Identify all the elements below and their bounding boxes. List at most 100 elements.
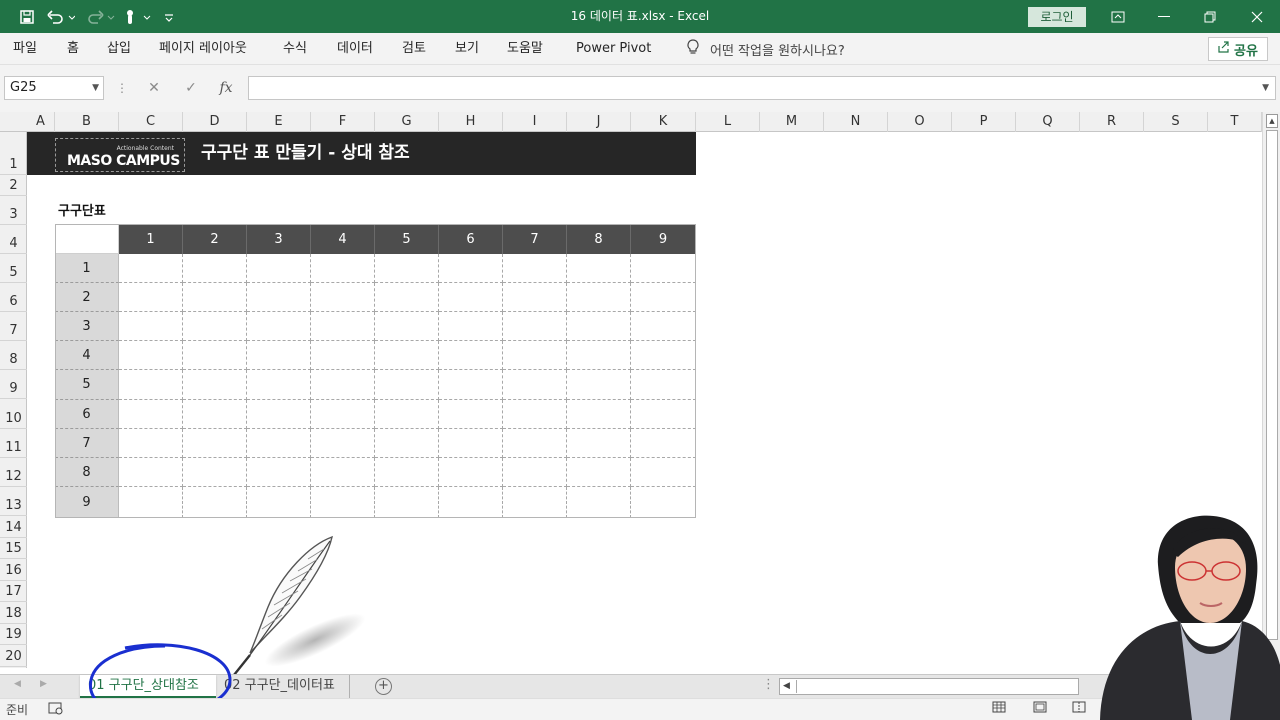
chevron-down-icon[interactable]: ▼: [92, 77, 99, 99]
tab-review[interactable]: 검토: [402, 33, 426, 65]
table-cell[interactable]: [247, 312, 311, 341]
tab-page-layout[interactable]: 페이지 레이아웃: [159, 33, 247, 65]
table-column-header[interactable]: 5: [375, 224, 439, 254]
table-cell[interactable]: [119, 458, 183, 487]
table-cell[interactable]: [439, 400, 503, 429]
tab-view[interactable]: 보기: [455, 33, 479, 65]
tab-file[interactable]: 파일: [13, 33, 37, 65]
table-cell[interactable]: [247, 429, 311, 458]
table-cell[interactable]: [567, 312, 631, 341]
row-header[interactable]: 3: [0, 196, 27, 225]
formula-input[interactable]: ▼: [248, 76, 1276, 100]
column-header[interactable]: H: [439, 112, 503, 132]
column-header[interactable]: E: [247, 112, 311, 132]
add-sheet-button[interactable]: +: [375, 678, 392, 695]
row-header[interactable]: 9: [0, 370, 27, 399]
table-cell[interactable]: [375, 487, 439, 518]
table-cell[interactable]: [439, 341, 503, 370]
table-cell[interactable]: [439, 283, 503, 312]
undo-icon[interactable]: [44, 0, 78, 33]
table-cell[interactable]: [375, 341, 439, 370]
column-header[interactable]: G: [375, 112, 439, 132]
table-cell[interactable]: [567, 400, 631, 429]
table-cell[interactable]: [247, 487, 311, 518]
table-cell[interactable]: [567, 487, 631, 518]
more-sheets-icon[interactable]: ⋮: [762, 677, 775, 692]
tab-data[interactable]: 데이터: [337, 33, 373, 65]
table-cell[interactable]: [311, 312, 375, 341]
table-row-header[interactable]: 9: [55, 487, 119, 518]
table-row-header[interactable]: 7: [55, 429, 119, 458]
column-header[interactable]: N: [824, 112, 888, 132]
table-column-header[interactable]: 8: [567, 224, 631, 254]
insert-function-icon[interactable]: fx: [216, 76, 236, 100]
table-cell[interactable]: [119, 283, 183, 312]
table-cell[interactable]: [311, 254, 375, 283]
table-row-header[interactable]: 2: [55, 283, 119, 312]
page-layout-view-icon[interactable]: [1031, 701, 1049, 717]
row-header[interactable]: 20: [0, 645, 27, 667]
share-button[interactable]: 공유: [1208, 37, 1268, 61]
row-header[interactable]: 19: [0, 624, 27, 645]
table-cell[interactable]: [631, 487, 696, 518]
column-header[interactable]: L: [696, 112, 760, 132]
table-cell[interactable]: [503, 487, 567, 518]
row-header[interactable]: 4: [0, 225, 27, 254]
table-cell[interactable]: [503, 400, 567, 429]
scroll-left-icon[interactable]: ◀: [783, 681, 790, 691]
table-cell[interactable]: [183, 254, 247, 283]
table-cell[interactable]: [567, 254, 631, 283]
table-cell[interactable]: [631, 283, 696, 312]
table-corner-cell[interactable]: [55, 224, 119, 254]
table-cell[interactable]: [183, 312, 247, 341]
table-cell[interactable]: [119, 312, 183, 341]
table-cell[interactable]: [439, 370, 503, 400]
column-header[interactable]: T: [1208, 112, 1262, 132]
row-header[interactable]: 11: [0, 429, 27, 458]
table-column-header[interactable]: 1: [119, 224, 183, 254]
tab-home[interactable]: 홈: [67, 33, 79, 65]
row-header[interactable]: 2: [0, 175, 27, 196]
table-cell[interactable]: [311, 429, 375, 458]
table-row-header[interactable]: 3: [55, 312, 119, 341]
table-cell[interactable]: [311, 487, 375, 518]
table-column-header[interactable]: 6: [439, 224, 503, 254]
customize-icon[interactable]: [160, 0, 178, 33]
normal-view-icon[interactable]: [990, 701, 1008, 717]
ribbon-display-icon[interactable]: [1095, 0, 1141, 33]
table-cell[interactable]: [311, 341, 375, 370]
tab-power-pivot[interactable]: Power Pivot: [576, 33, 651, 65]
table-cell[interactable]: [631, 370, 696, 400]
table-cell[interactable]: [631, 429, 696, 458]
table-column-header[interactable]: 3: [247, 224, 311, 254]
touch-mode-icon[interactable]: [120, 0, 154, 33]
table-row-header[interactable]: 6: [55, 400, 119, 429]
table-cell[interactable]: [119, 429, 183, 458]
enter-icon[interactable]: ✓: [181, 76, 201, 100]
table-cell[interactable]: [119, 341, 183, 370]
table-cell[interactable]: [439, 487, 503, 518]
table-cell[interactable]: [503, 341, 567, 370]
table-cell[interactable]: [119, 254, 183, 283]
table-cell[interactable]: [311, 400, 375, 429]
table-cell[interactable]: [631, 341, 696, 370]
table-cell[interactable]: [567, 283, 631, 312]
table-cell[interactable]: [247, 341, 311, 370]
table-cell[interactable]: [503, 429, 567, 458]
table-cell[interactable]: [183, 458, 247, 487]
table-cell[interactable]: [567, 458, 631, 487]
tell-me-search[interactable]: 어떤 작업을 원하시나요?: [686, 33, 845, 65]
column-header[interactable]: O: [888, 112, 952, 132]
horizontal-scroll-thumb[interactable]: [796, 680, 1076, 693]
sheet-tab-data-table[interactable]: 02 구구단_데이터표: [216, 675, 350, 698]
table-cell[interactable]: [311, 458, 375, 487]
table-cell[interactable]: [503, 370, 567, 400]
table-cell[interactable]: [567, 370, 631, 400]
table-cell[interactable]: [567, 429, 631, 458]
table-label[interactable]: 구구단표: [58, 200, 106, 219]
sheet-prev-icon[interactable]: ◀: [14, 679, 21, 689]
row-header[interactable]: 7: [0, 312, 27, 341]
table-cell[interactable]: [247, 254, 311, 283]
row-header[interactable]: 13: [0, 487, 27, 516]
table-cell[interactable]: [247, 400, 311, 429]
